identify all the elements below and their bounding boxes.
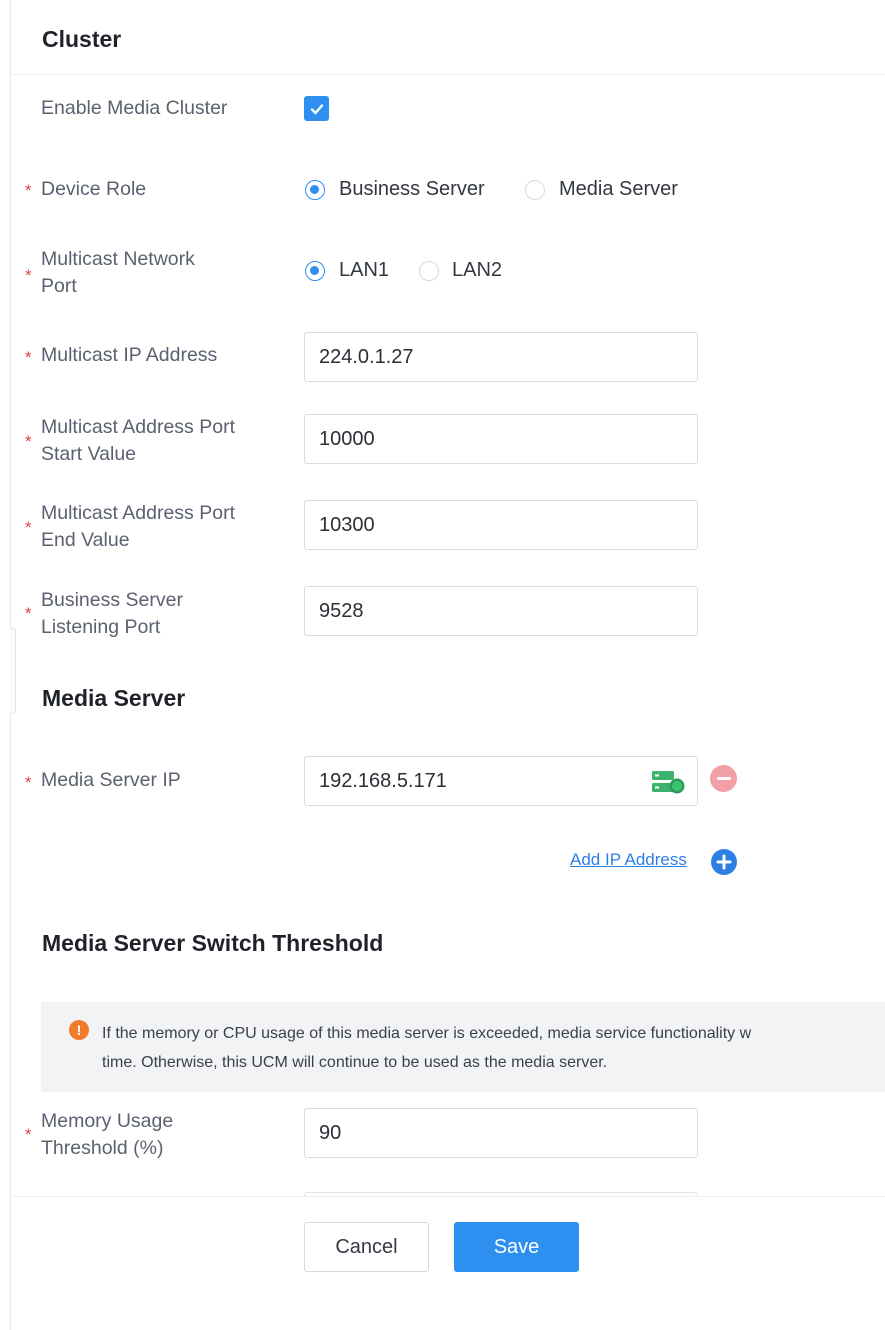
required-marker: * [25,432,32,451]
media-cluster-settings-page: Cluster Enable Media Cluster * Device Ro… [0,0,885,1330]
multicast-ip-label: Multicast IP Address [41,344,218,366]
media-server-ip-label: Media Server IP [41,769,181,791]
add-ip-plus-icon[interactable] [711,849,737,875]
port-start-input[interactable]: 10000 [304,414,698,464]
enable-media-cluster-checkbox[interactable] [304,96,329,121]
listening-port-input[interactable]: 9528 [304,586,698,636]
save-button[interactable]: Save [454,1222,579,1272]
multicast-port-lan1-radio[interactable] [305,261,325,281]
required-marker: * [25,604,32,623]
multicast-network-port-label-line2: Port [41,275,77,297]
cluster-section-title: Cluster [42,26,122,52]
multicast-network-port-label: Multicast Network Port [41,246,195,300]
required-marker: * [25,348,32,367]
threshold-section-title: Media Server Switch Threshold [42,930,384,956]
remove-ip-icon[interactable] [710,765,737,792]
notice-line1: If the memory or CPU usage of this media… [102,1025,752,1042]
memory-threshold-label: Memory Usage Threshold (%) [41,1108,173,1162]
multicast-port-lan2-radio[interactable] [419,261,439,281]
device-role-media-radio[interactable] [525,180,545,200]
listening-port-label: Business Server Listening Port [41,587,183,641]
footer-divider [10,1196,885,1197]
port-end-label: Multicast Address Port End Value [41,500,235,554]
cancel-button[interactable]: Cancel [304,1222,429,1272]
required-marker: * [25,518,32,537]
port-end-label-line2: End Value [41,529,130,551]
port-end-label-line1: Multicast Address Port [41,502,235,524]
memory-threshold-label-line2: Threshold (%) [41,1137,164,1159]
required-marker: * [25,773,32,792]
port-start-label-line1: Multicast Address Port [41,416,235,438]
memory-threshold-label-line1: Memory Usage [41,1110,174,1132]
required-marker: * [25,266,32,285]
warning-icon: ! [69,1020,89,1040]
add-ip-address-link[interactable]: Add IP Address [570,850,687,870]
media-server-ip-input[interactable]: 192.168.5.171 [304,756,698,806]
device-role-label: Device Role [41,178,147,200]
media-server-section-title: Media Server [42,685,186,711]
collapse-handle[interactable] [10,628,16,714]
server-status-icon[interactable] [652,770,686,794]
enable-media-cluster-label: Enable Media Cluster [41,97,228,119]
listening-port-label-line2: Listening Port [41,616,161,638]
required-marker: * [25,181,32,200]
multicast-port-lan1-label[interactable]: LAN1 [339,259,389,282]
header-divider [10,74,885,75]
device-role-media-label[interactable]: Media Server [559,178,678,201]
port-start-label-line2: Start Value [41,443,137,465]
checkmark-icon [310,103,323,114]
multicast-ip-input[interactable]: 224.0.1.27 [304,332,698,382]
notice-line2: time. Otherwise, this UCM will continue … [102,1054,608,1071]
device-role-business-radio[interactable] [305,180,325,200]
listening-port-label-line1: Business Server [41,589,183,611]
port-start-label: Multicast Address Port Start Value [41,414,235,468]
threshold-notice-text: If the memory or CPU usage of this media… [102,1019,885,1077]
multicast-network-port-label-line1: Multicast Network [41,248,195,270]
port-end-input[interactable]: 10300 [304,500,698,550]
device-role-business-label[interactable]: Business Server [339,178,485,201]
multicast-port-lan2-label[interactable]: LAN2 [452,259,502,282]
required-marker: * [25,1125,32,1144]
memory-threshold-input[interactable]: 90 [304,1108,698,1158]
